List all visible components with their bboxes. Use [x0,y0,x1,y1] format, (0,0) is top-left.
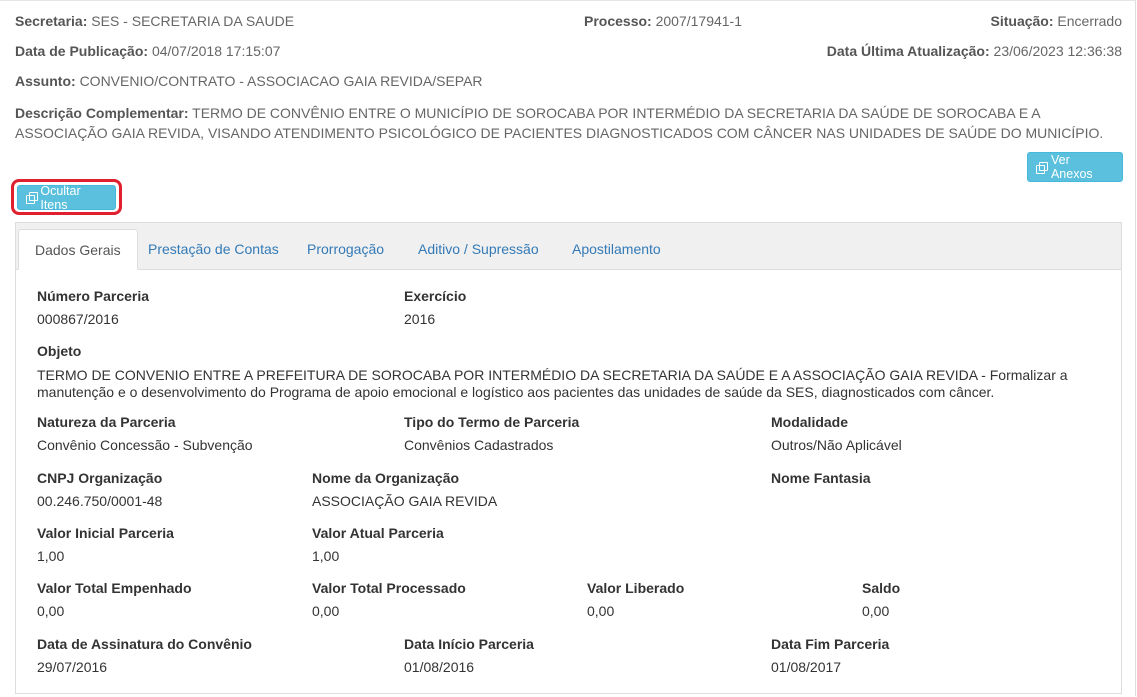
nome-org-value: ASSOCIAÇÃO GAIA REVIDA [312,493,498,509]
natureza-label: Natureza da Parceria [37,414,176,430]
descricao-label: Descrição Complementar: [15,105,189,121]
valor-atual-value: 1,00 [312,548,340,564]
saldo-value: 0,00 [862,603,890,619]
processo-value: 2007/17941-1 [655,13,743,29]
ocultar-itens-label: Ocultar Itens [40,183,81,212]
data-fim-value: 01/08/2017 [771,659,842,675]
valor-inicial-value: 1,00 [37,548,65,564]
processo-row: Processo: 2007/17941-1 [584,13,742,29]
tipo-termo-value: Convênios Cadastrados [404,437,554,453]
secretaria-value: SES - SECRETARIA DA SAUDE [91,13,295,29]
publicacao-value: 04/07/2018 17:15:07 [151,43,281,59]
data-inicio-label: Data Início Parceria [404,636,534,652]
details-panel: Dados Gerais Prestação de Contas Prorrog… [15,222,1122,694]
valor-processado-value: 0,00 [312,603,340,619]
natureza-value: Convênio Concessão - Subvenção [37,437,253,453]
tipo-termo-label: Tipo do Termo de Parceria [404,414,580,430]
valor-processado-label: Valor Total Processado [312,580,466,596]
data-inicio-value: 01/08/2016 [404,659,475,675]
data-assinatura-label: Data de Assinatura do Convênio [37,636,252,652]
cnpj-label: CNPJ Organização [37,470,163,486]
ocultar-itens-button[interactable]: Ocultar Itens [17,183,116,212]
assunto-row: Assunto: CONVENIO/CONTRATO - ASSOCIACAO … [15,73,483,89]
modalidade-label: Modalidade [771,414,849,430]
tab-prorrogacao[interactable]: Prorrogação [291,229,400,270]
atualizacao-label: Data Última Atualização: [826,43,990,59]
tab-dados-gerais[interactable]: Dados Gerais [18,229,138,270]
cnpj-value: 00.246.750/0001-48 [37,493,163,509]
valor-atual-label: Valor Atual Parceria [312,525,444,541]
tab-aditivo-supressao[interactable]: Aditivo / Supressão [402,229,555,270]
numero-parceria-label: Número Parceria [37,288,150,304]
secretaria-label: Secretaria: [15,13,88,29]
publicacao-row: Data de Publicação: 04/07/2018 17:15:07 [15,43,280,59]
situacao-label: Situação: [990,13,1054,29]
publicacao-label: Data de Publicação: [15,43,149,59]
valor-empenhado-label: Valor Total Empenhado [37,580,192,596]
data-assinatura-value: 29/07/2016 [37,659,108,675]
modalidade-value: Outros/Não Aplicável [771,437,902,453]
atualizacao-row: Data Última Atualização: 23/06/2023 12:3… [827,43,1122,59]
objeto-value: TERMO DE CONVENIO ENTRE A PREFEITURA DE … [37,367,1068,400]
nome-org-label: Nome da Organização [312,470,460,486]
numero-parceria-value: 000867/2016 [37,311,119,327]
valor-inicial-label: Valor Inicial Parceria [37,525,174,541]
atualizacao-value: 23/06/2023 12:36:38 [993,43,1122,59]
assunto-label: Assunto: [15,73,76,89]
copy-icon [1036,161,1048,174]
situacao-value: Encerrado [1057,13,1122,29]
ver-anexos-button[interactable]: Ver Anexos [1027,152,1123,182]
valor-liberado-value: 0,00 [587,603,615,619]
ver-anexos-label: Ver Anexos [1050,153,1093,181]
processo-label: Processo: [584,13,652,29]
nome-fantasia-label: Nome Fantasia [771,470,871,486]
assunto-value: CONVENIO/CONTRATO - ASSOCIACAO GAIA REVI… [79,73,483,89]
exercicio-value: 2016 [404,311,436,327]
tab-apostilamento[interactable]: Apostilamento [556,229,677,270]
tab-prestacao-contas[interactable]: Prestação de Contas [132,229,295,270]
copy-icon [26,192,39,204]
saldo-label: Saldo [862,580,901,596]
secretaria-row: Secretaria: SES - SECRETARIA DA SAUDE [15,13,294,29]
valor-empenhado-value: 0,00 [37,603,65,619]
objeto-label: Objeto [37,343,82,359]
situacao-row: Situação: Encerrado [991,13,1123,29]
exercicio-label: Exercício [404,288,467,304]
tab-bar: Dados Gerais Prestação de Contas Prorrog… [16,223,1121,270]
valor-liberado-label: Valor Liberado [587,580,685,596]
data-fim-label: Data Fim Parceria [771,636,890,652]
descricao-row: Descrição Complementar: TERMO DE CONVÊNI… [15,103,1120,143]
